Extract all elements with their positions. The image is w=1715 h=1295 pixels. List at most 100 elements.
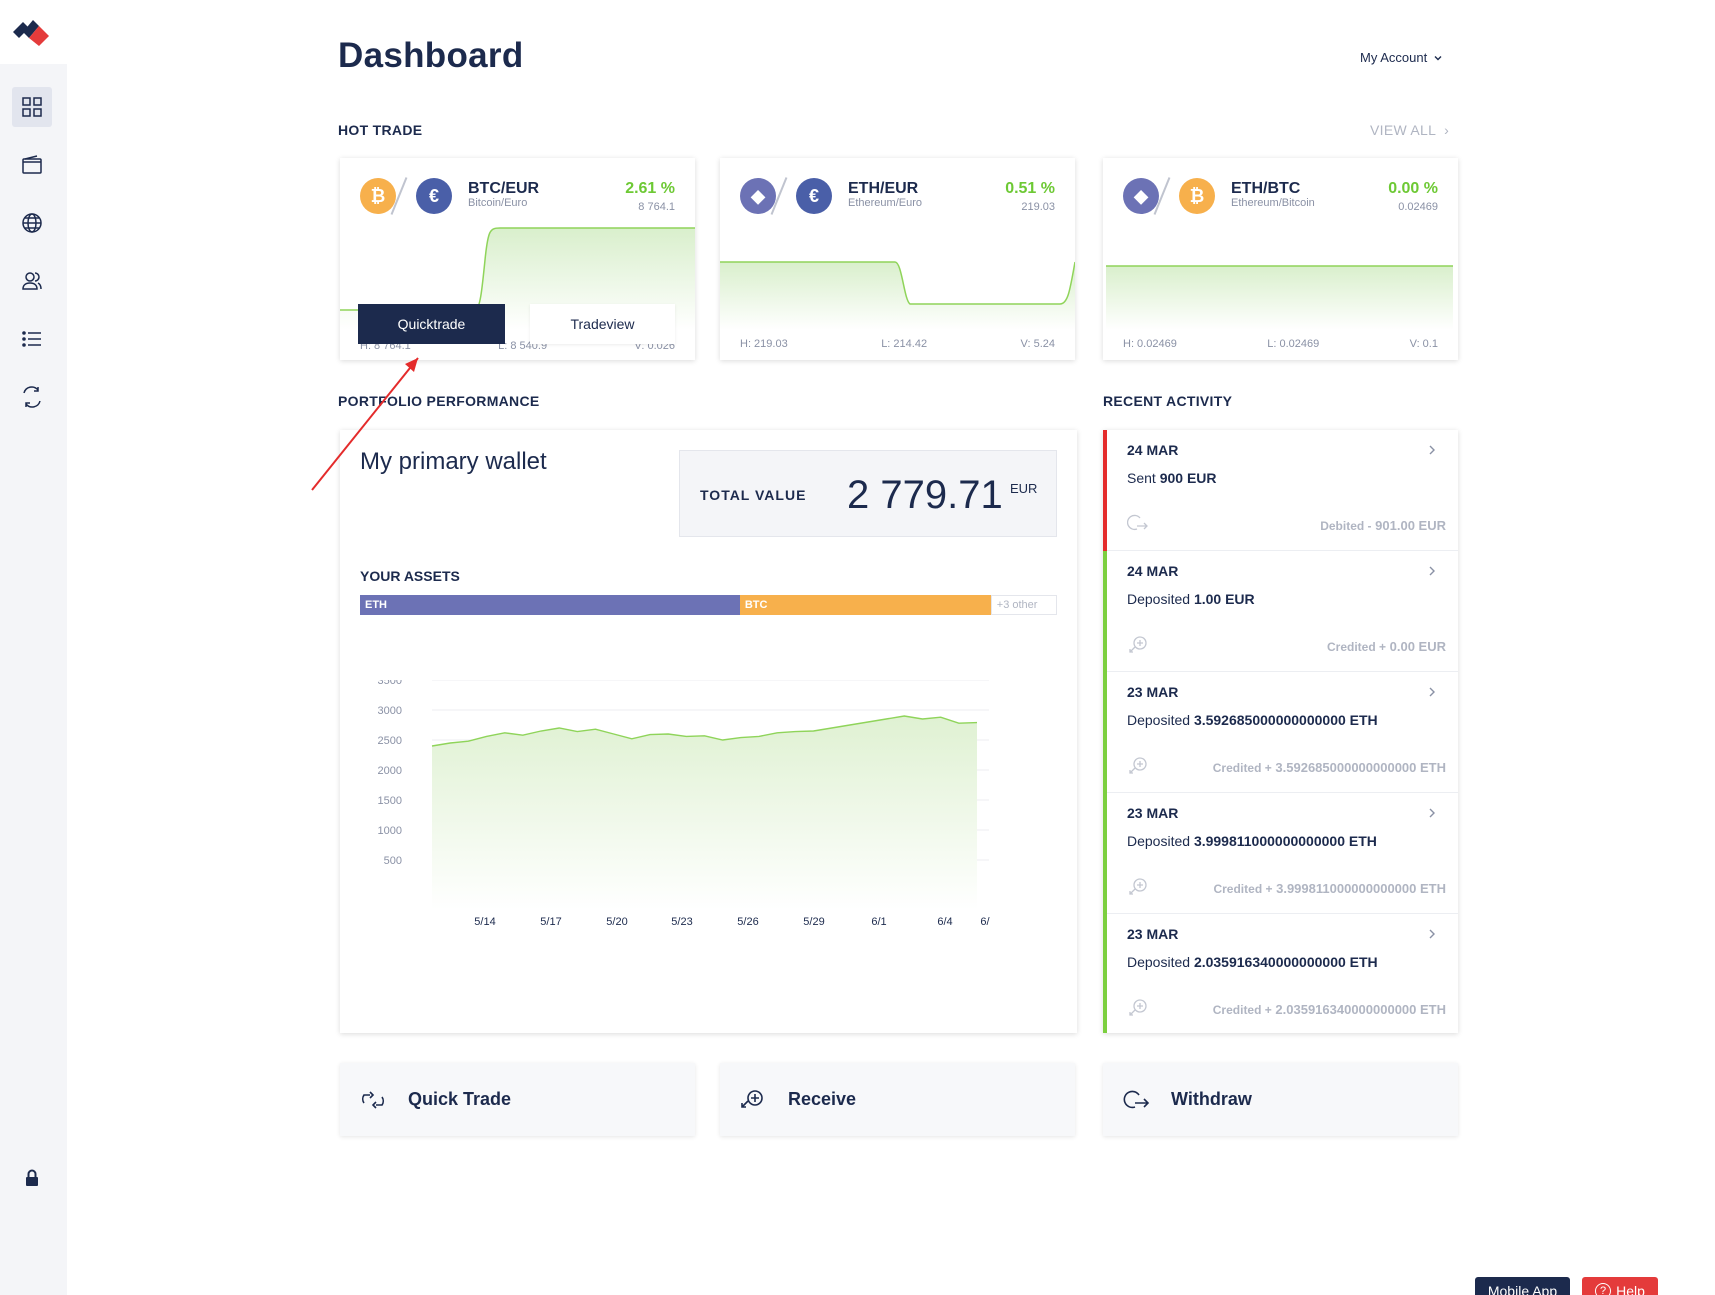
activity-item[interactable]: 23 MAR Deposited 2.035916340000000000 ETH… — [1103, 914, 1458, 1033]
trade-card-eth-btc[interactable]: ◆ ₿ ETH/BTC Ethereum/Bitcoin 0.00 % 0.02… — [1103, 158, 1458, 360]
activity-note: Credited + 3.592685000000000000 ETH — [1213, 760, 1446, 775]
activity-amount: 2.035916340000000000 ETH — [1193, 954, 1378, 970]
volume-value: V: 5.24 — [1020, 338, 1055, 350]
asset-segment[interactable]: BTC — [739, 595, 991, 615]
change-percent: 0.00 % — [1388, 180, 1438, 197]
ethereum-icon: ◆ — [1123, 178, 1159, 214]
pair-name: ETH/BTC — [1231, 180, 1301, 197]
last-price: 8 764.1 — [638, 201, 675, 213]
last-price: 0.02469 — [1398, 201, 1438, 213]
receive-label: Receive — [788, 1089, 857, 1109]
withdraw-button[interactable]: Withdraw — [1103, 1063, 1458, 1136]
activity-status-bar — [1103, 793, 1107, 914]
receive-icon — [1129, 878, 1147, 895]
x-tick-label: 5/17 — [540, 916, 561, 928]
asset-segment[interactable]: ETH — [360, 595, 740, 615]
activity-item[interactable]: 24 MAR Sent 900 EUR Debited - 901.00 EUR — [1103, 430, 1458, 551]
activity-note: Credited + 0.00 EUR — [1327, 639, 1446, 654]
activity-note: Credited + 2.035916340000000000 ETH — [1213, 1002, 1446, 1017]
y-tick-label: 1000 — [378, 825, 402, 837]
x-tick-label: 6/4 — [937, 916, 952, 928]
account-label: My Account — [1360, 50, 1428, 65]
pair-subtitle: Ethereum/Bitcoin — [1231, 197, 1315, 209]
card-stats: H: 0.02469 L: 0.02469 V: 0.1 — [1123, 338, 1438, 350]
sparkline — [1106, 265, 1453, 330]
sidebar-item-markets[interactable] — [12, 203, 52, 243]
asset-segment[interactable]: +3 other — [990, 595, 1057, 615]
users-icon — [22, 272, 42, 290]
euro-icon: € — [796, 178, 832, 214]
sparkline — [720, 261, 1075, 330]
activity-note-label: Debited - — [1320, 519, 1372, 533]
activity-item[interactable]: 23 MAR Deposited 3.592685000000000000 ETH… — [1103, 672, 1458, 793]
activity-date: 23 MAR — [1127, 805, 1179, 821]
help-label: Help — [1616, 1283, 1645, 1295]
performance-chart: 500 1000 1500 2000 2500 3000 3500 5/14 5/17 5/20 5… — [378, 680, 991, 928]
portfolio-card: My primary wallet TOTAL VALUE 2 779.71 E… — [340, 430, 1077, 1033]
x-tick-label: 5/20 — [606, 916, 627, 928]
total-currency: EUR — [1010, 481, 1038, 496]
help-button[interactable]: ? Help — [1582, 1277, 1658, 1295]
lock-icon[interactable] — [22, 1168, 42, 1188]
activity-verb: Deposited — [1127, 712, 1191, 728]
quick-trade-button[interactable]: Quick Trade — [340, 1063, 695, 1136]
activity-description: Deposited 2.035916340000000000 ETH — [1127, 954, 1378, 970]
trade-card-btc-eur[interactable]: ₿ € BTC/EUR Bitcoin/Euro 2.61 % 8 764.1 … — [340, 158, 695, 360]
bitcoin-icon: ₿ — [1179, 178, 1215, 214]
chevron-right-icon — [1429, 566, 1435, 576]
sidebar-item-contacts[interactable] — [12, 261, 52, 301]
chevron-down-icon — [1434, 55, 1442, 60]
activity-description: Deposited 3.592685000000000000 ETH — [1127, 712, 1378, 728]
account-menu[interactable]: My Account — [1360, 50, 1443, 65]
sidebar-item-wallet[interactable] — [12, 145, 52, 185]
globe-icon — [22, 213, 42, 233]
chevron-right-icon: › — [1439, 122, 1450, 138]
asset-allocation-bar: ETH BTC +3 other — [360, 595, 1057, 615]
sidebar-item-list[interactable] — [12, 319, 52, 359]
activity-amount: 1.00 EUR — [1193, 591, 1255, 607]
list-icon — [22, 331, 41, 347]
exchange-icon — [23, 386, 41, 408]
tradeview-button[interactable]: Tradeview — [530, 304, 675, 344]
sidebar-item-exchange[interactable] — [12, 377, 52, 417]
pair-name: ETH/EUR — [848, 180, 919, 197]
activity-verb: Sent — [1127, 470, 1156, 486]
activity-amount: 900 EUR — [1159, 470, 1217, 486]
trade-card-eth-eur[interactable]: ◆ € ETH/EUR Ethereum/Euro 0.51 % 219.03 … — [720, 158, 1075, 360]
activity-status-bar — [1103, 430, 1107, 551]
quick-trade-icon — [361, 1091, 385, 1109]
series-area — [432, 716, 977, 910]
sidebar-background — [0, 64, 67, 1295]
activity-date: 23 MAR — [1127, 926, 1179, 942]
activity-status-bar — [1103, 914, 1107, 1033]
activity-note-value: 0.00 EUR — [1389, 639, 1446, 654]
activity-verb: Deposited — [1127, 591, 1191, 607]
low-value: L: 0.02469 — [1267, 338, 1320, 350]
assets-label: YOUR ASSETS — [360, 568, 460, 584]
receive-icon — [1129, 999, 1147, 1016]
activity-item[interactable]: 24 MAR Deposited 1.00 EUR Credited + 0.00 … — [1103, 551, 1458, 672]
y-tick-label: 500 — [384, 855, 402, 867]
mobile-app-button[interactable]: Mobile App — [1475, 1277, 1570, 1295]
view-all-link[interactable]: VIEW ALL › — [1370, 122, 1449, 138]
wallet-icon — [22, 155, 42, 174]
bitcoin-icon: ₿ — [360, 178, 396, 214]
volume-value: V: 0.1 — [1409, 338, 1438, 350]
euro-icon: € — [416, 178, 452, 214]
activity-date: 24 MAR — [1127, 442, 1179, 458]
quicktrade-button[interactable]: Quicktrade — [358, 304, 505, 344]
receive-button[interactable]: Receive — [720, 1063, 1075, 1136]
y-tick-label: 1500 — [378, 795, 402, 807]
activity-status-bar — [1103, 551, 1107, 672]
activity-note-label: Credited + — [1212, 1003, 1272, 1017]
chevron-right-icon — [1429, 808, 1435, 818]
activity-note-label: Credited + — [1212, 761, 1272, 775]
chevron-right-icon — [1429, 687, 1435, 697]
activity-label: RECENT ACTIVITY — [1103, 393, 1233, 409]
activity-item[interactable]: 23 MAR Deposited 3.999811000000000000 ETH… — [1103, 793, 1458, 914]
high-value: H: 219.03 — [740, 338, 788, 350]
logo-icon[interactable] — [11, 14, 51, 50]
chevron-right-icon — [1429, 445, 1435, 455]
sidebar-item-dashboard[interactable] — [12, 87, 52, 127]
activity-verb: Deposited — [1127, 954, 1191, 970]
